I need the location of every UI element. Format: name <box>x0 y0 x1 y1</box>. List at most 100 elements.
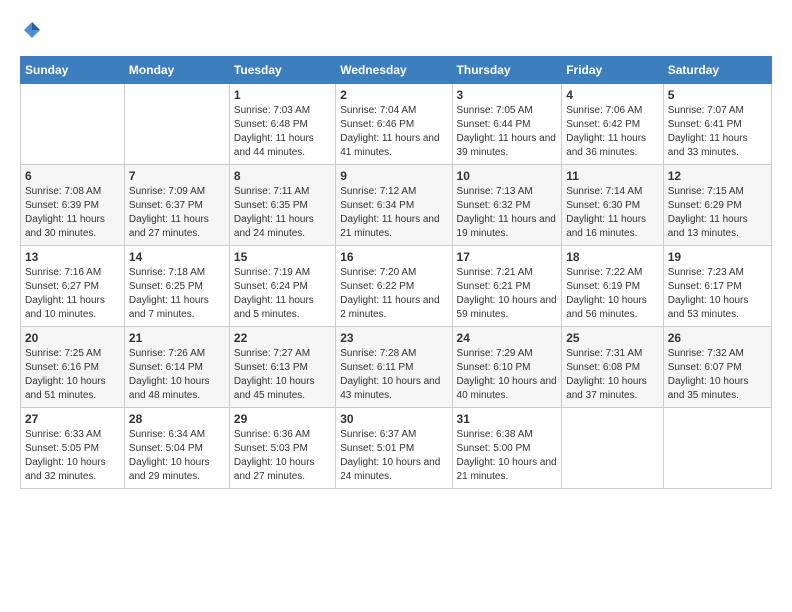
calendar-cell: 22Sunrise: 7:27 AM Sunset: 6:13 PM Dayli… <box>229 327 335 408</box>
calendar-table: SundayMondayTuesdayWednesdayThursdayFrid… <box>20 56 772 489</box>
calendar-cell: 18 Sunrise: 7:22 AM Sunset: 6:19 PM Dayli… <box>562 246 664 327</box>
page-header <box>20 20 772 40</box>
day-info: Sunrise: 7:25 AM Sunset: 6:16 PM Dayligh… <box>25 347 120 403</box>
day-number: 14 <box>129 250 225 264</box>
day-info: Sunrise: 7:13 AM Sunset: 6:32 PM Dayligh… <box>457 185 558 241</box>
day-number: 5 <box>668 88 767 102</box>
calendar-cell: 10 Sunrise: 7:13 AM Sunset: 6:32 PM Dayli… <box>452 165 562 246</box>
calendar-cell: 27Sunrise: 6:33 AM Sunset: 5:05 PM Dayli… <box>21 408 125 489</box>
logo <box>20 20 42 40</box>
day-number: 10 <box>457 169 558 183</box>
day-info: Sunrise: 7:04 AM Sunset: 6:46 PM Dayligh… <box>340 104 447 160</box>
calendar-week-row: 13 Sunrise: 7:16 AM Sunset: 6:27 PM Dayli… <box>21 246 772 327</box>
calendar-cell: 3Sunrise: 7:05 AM Sunset: 6:44 PM Daylig… <box>452 84 562 165</box>
day-number: 13 <box>25 250 120 264</box>
day-info: Sunrise: 7:12 AM Sunset: 6:34 PM Dayligh… <box>340 185 447 241</box>
calendar-cell: 28 Sunrise: 6:34 AM Sunset: 5:04 PM Dayli… <box>124 408 229 489</box>
day-number: 4 <box>566 88 659 102</box>
calendar-week-row: 27Sunrise: 6:33 AM Sunset: 5:05 PM Dayli… <box>21 408 772 489</box>
day-info: Sunrise: 7:31 AM Sunset: 6:08 PM Dayligh… <box>566 347 659 403</box>
calendar-cell: 13 Sunrise: 7:16 AM Sunset: 6:27 PM Dayli… <box>21 246 125 327</box>
day-info: Sunrise: 7:03 AM Sunset: 6:48 PM Dayligh… <box>234 104 331 160</box>
day-info: Sunrise: 7:15 AM Sunset: 6:29 PM Dayligh… <box>668 185 767 241</box>
calendar-cell: 5 Sunrise: 7:07 AM Sunset: 6:41 PM Daylig… <box>663 84 771 165</box>
calendar-cell: 23 Sunrise: 7:28 AM Sunset: 6:11 PM Dayli… <box>336 327 452 408</box>
day-info: Sunrise: 6:34 AM Sunset: 5:04 PM Dayligh… <box>129 428 225 484</box>
day-info: Sunrise: 7:29 AM Sunset: 6:10 PM Dayligh… <box>457 347 558 403</box>
day-number: 16 <box>340 250 447 264</box>
calendar-header-tuesday: Tuesday <box>229 57 335 84</box>
day-info: Sunrise: 7:26 AM Sunset: 6:14 PM Dayligh… <box>129 347 225 403</box>
day-number: 22 <box>234 331 331 345</box>
day-info: Sunrise: 7:28 AM Sunset: 6:11 PM Dayligh… <box>340 347 447 403</box>
calendar-cell: 29 Sunrise: 6:36 AM Sunset: 5:03 PM Dayli… <box>229 408 335 489</box>
calendar-week-row: 6Sunrise: 7:08 AM Sunset: 6:39 PM Daylig… <box>21 165 772 246</box>
calendar-cell: 11 Sunrise: 7:14 AM Sunset: 6:30 PM Dayli… <box>562 165 664 246</box>
day-number: 12 <box>668 169 767 183</box>
day-info: Sunrise: 7:21 AM Sunset: 6:21 PM Dayligh… <box>457 266 558 322</box>
calendar-header-row: SundayMondayTuesdayWednesdayThursdayFrid… <box>21 57 772 84</box>
day-number: 18 <box>566 250 659 264</box>
calendar-cell: 31Sunrise: 6:38 AM Sunset: 5:00 PM Dayli… <box>452 408 562 489</box>
day-number: 31 <box>457 412 558 426</box>
day-info: Sunrise: 7:20 AM Sunset: 6:22 PM Dayligh… <box>340 266 447 322</box>
calendar-cell: 7 Sunrise: 7:09 AM Sunset: 6:37 PM Daylig… <box>124 165 229 246</box>
calendar-cell: 21 Sunrise: 7:26 AM Sunset: 6:14 PM Dayli… <box>124 327 229 408</box>
day-info: Sunrise: 7:32 AM Sunset: 6:07 PM Dayligh… <box>668 347 767 403</box>
calendar-cell: 20 Sunrise: 7:25 AM Sunset: 6:16 PM Dayli… <box>21 327 125 408</box>
calendar-body: 1Sunrise: 7:03 AM Sunset: 6:48 PM Daylig… <box>21 84 772 489</box>
calendar-cell <box>562 408 664 489</box>
day-number: 21 <box>129 331 225 345</box>
calendar-cell: 9 Sunrise: 7:12 AM Sunset: 6:34 PM Daylig… <box>336 165 452 246</box>
day-info: Sunrise: 7:14 AM Sunset: 6:30 PM Dayligh… <box>566 185 659 241</box>
calendar-week-row: 20 Sunrise: 7:25 AM Sunset: 6:16 PM Dayli… <box>21 327 772 408</box>
calendar-week-row: 1Sunrise: 7:03 AM Sunset: 6:48 PM Daylig… <box>21 84 772 165</box>
day-info: Sunrise: 7:06 AM Sunset: 6:42 PM Dayligh… <box>566 104 659 160</box>
calendar-cell: 30 Sunrise: 6:37 AM Sunset: 5:01 PM Dayli… <box>336 408 452 489</box>
day-number: 27 <box>25 412 120 426</box>
calendar-cell: 26 Sunrise: 7:32 AM Sunset: 6:07 PM Dayli… <box>663 327 771 408</box>
calendar-cell: 15 Sunrise: 7:19 AM Sunset: 6:24 PM Dayli… <box>229 246 335 327</box>
day-number: 19 <box>668 250 767 264</box>
calendar-cell: 12 Sunrise: 7:15 AM Sunset: 6:29 PM Dayli… <box>663 165 771 246</box>
calendar-header-saturday: Saturday <box>663 57 771 84</box>
day-info: Sunrise: 7:09 AM Sunset: 6:37 PM Dayligh… <box>129 185 225 241</box>
day-number: 15 <box>234 250 331 264</box>
day-info: Sunrise: 7:22 AM Sunset: 6:19 PM Dayligh… <box>566 266 659 322</box>
day-info: Sunrise: 7:16 AM Sunset: 6:27 PM Dayligh… <box>25 266 120 322</box>
day-number: 25 <box>566 331 659 345</box>
day-number: 29 <box>234 412 331 426</box>
day-number: 26 <box>668 331 767 345</box>
day-number: 2 <box>340 88 447 102</box>
day-info: Sunrise: 6:36 AM Sunset: 5:03 PM Dayligh… <box>234 428 331 484</box>
calendar-cell: 19Sunrise: 7:23 AM Sunset: 6:17 PM Dayli… <box>663 246 771 327</box>
calendar-cell: 25 Sunrise: 7:31 AM Sunset: 6:08 PM Dayli… <box>562 327 664 408</box>
day-number: 6 <box>25 169 120 183</box>
calendar-cell <box>21 84 125 165</box>
day-number: 9 <box>340 169 447 183</box>
calendar-cell: 8Sunrise: 7:11 AM Sunset: 6:35 PM Daylig… <box>229 165 335 246</box>
day-number: 23 <box>340 331 447 345</box>
day-number: 11 <box>566 169 659 183</box>
calendar-cell: 24Sunrise: 7:29 AM Sunset: 6:10 PM Dayli… <box>452 327 562 408</box>
day-number: 20 <box>25 331 120 345</box>
logo-icon <box>22 20 42 40</box>
day-number: 7 <box>129 169 225 183</box>
calendar-cell <box>663 408 771 489</box>
day-info: Sunrise: 7:11 AM Sunset: 6:35 PM Dayligh… <box>234 185 331 241</box>
calendar-cell: 14 Sunrise: 7:18 AM Sunset: 6:25 PM Dayli… <box>124 246 229 327</box>
calendar-cell: 1Sunrise: 7:03 AM Sunset: 6:48 PM Daylig… <box>229 84 335 165</box>
calendar-cell: 4 Sunrise: 7:06 AM Sunset: 6:42 PM Daylig… <box>562 84 664 165</box>
day-info: Sunrise: 7:18 AM Sunset: 6:25 PM Dayligh… <box>129 266 225 322</box>
day-info: Sunrise: 7:05 AM Sunset: 6:44 PM Dayligh… <box>457 104 558 160</box>
day-number: 28 <box>129 412 225 426</box>
day-info: Sunrise: 6:37 AM Sunset: 5:01 PM Dayligh… <box>340 428 447 484</box>
day-number: 17 <box>457 250 558 264</box>
day-info: Sunrise: 7:19 AM Sunset: 6:24 PM Dayligh… <box>234 266 331 322</box>
day-number: 30 <box>340 412 447 426</box>
day-info: Sunrise: 7:07 AM Sunset: 6:41 PM Dayligh… <box>668 104 767 160</box>
calendar-cell: 16 Sunrise: 7:20 AM Sunset: 6:22 PM Dayli… <box>336 246 452 327</box>
calendar-header-sunday: Sunday <box>21 57 125 84</box>
calendar-cell: 6Sunrise: 7:08 AM Sunset: 6:39 PM Daylig… <box>21 165 125 246</box>
calendar-header-monday: Monday <box>124 57 229 84</box>
